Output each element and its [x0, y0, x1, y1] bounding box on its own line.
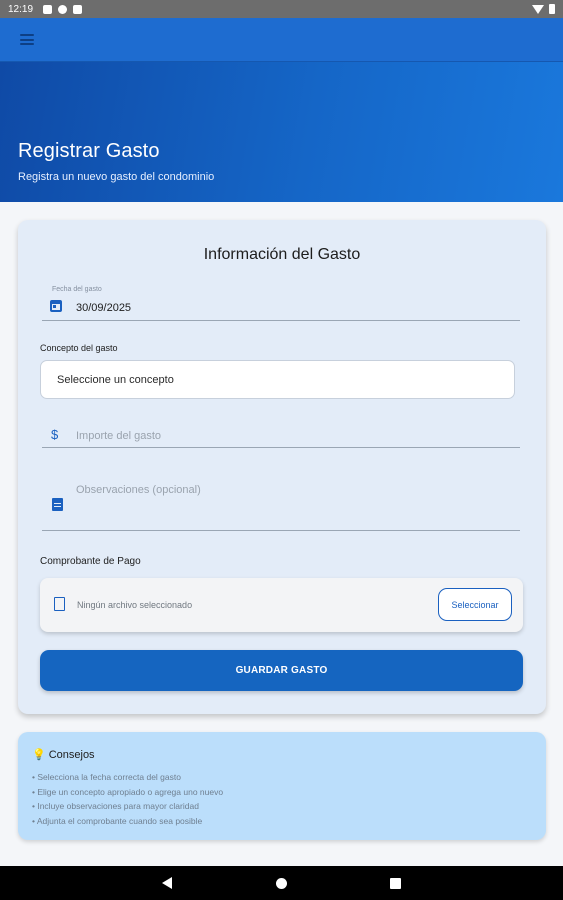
save-expense-button[interactable]: GUARDAR GASTO: [40, 650, 523, 691]
notes-input[interactable]: [76, 484, 496, 524]
date-field[interactable]: Fecha del gasto 30/09/2025: [42, 284, 520, 321]
page-subtitle: Registra un nuevo gasto del condominio: [18, 171, 215, 183]
tips-heading: 💡 Consejos: [32, 748, 95, 762]
tip-item: • Incluye observaciones para mayor clari…: [32, 801, 199, 811]
no-file-text: Ningún archivo seleccionado: [77, 600, 193, 610]
expense-form-card: Información del Gasto Fecha del gasto 30…: [18, 220, 546, 714]
amount-field: $: [42, 420, 520, 448]
date-value: 30/09/2025: [76, 302, 132, 314]
save-notification-icon: [73, 4, 83, 14]
wifi-icon: [532, 4, 544, 14]
menu-icon[interactable]: [20, 34, 34, 45]
form-title: Información del Gasto: [203, 246, 361, 263]
system-nav-bar: [0, 866, 563, 900]
concept-select-value: Seleccione un concepto: [57, 373, 174, 386]
page-title: Registrar Gasto: [18, 140, 160, 162]
receipt-picker: Ningún archivo seleccionado Seleccionar: [40, 578, 523, 632]
page-header: Registrar Gasto Registra un nuevo gasto …: [0, 62, 563, 202]
app-bar: [0, 18, 563, 62]
home-icon[interactable]: [276, 878, 287, 889]
select-file-button[interactable]: Seleccionar: [438, 588, 512, 621]
lightbulb-icon: 💡: [32, 749, 46, 761]
tip-item: • Selecciona la fecha correcta del gasto: [32, 772, 181, 782]
tips-list: • Selecciona la fecha correcta del gasto…: [32, 770, 223, 828]
tip-item: • Elige un concepto apropiado o agrega u…: [32, 786, 224, 797]
document-icon: [52, 498, 63, 511]
dollar-icon: $: [51, 427, 59, 442]
notes-field: [42, 476, 520, 531]
notification-icon: [43, 4, 53, 14]
date-field-label: Fecha del gasto: [52, 286, 102, 293]
recents-icon[interactable]: [390, 878, 401, 889]
calendar-icon: [50, 300, 62, 312]
back-icon[interactable]: [162, 877, 172, 889]
receipt-label: Comprobante de Pago: [40, 556, 141, 567]
battery-icon: [549, 4, 555, 14]
tips-title: Consejos: [48, 748, 95, 761]
concept-label: Concepto del gasto: [40, 343, 118, 353]
app-notification-icon: [58, 4, 68, 14]
file-icon: [54, 597, 65, 611]
status-time: 12:19: [8, 3, 34, 15]
status-bar: 12:19: [0, 0, 563, 18]
amount-input[interactable]: [76, 429, 496, 443]
concept-select[interactable]: Seleccione un concepto: [40, 360, 515, 399]
tip-item: • Adjunta el comprobante cuando sea posi…: [32, 815, 203, 826]
tips-card: 💡 Consejos • Selecciona la fecha correct…: [18, 732, 546, 840]
